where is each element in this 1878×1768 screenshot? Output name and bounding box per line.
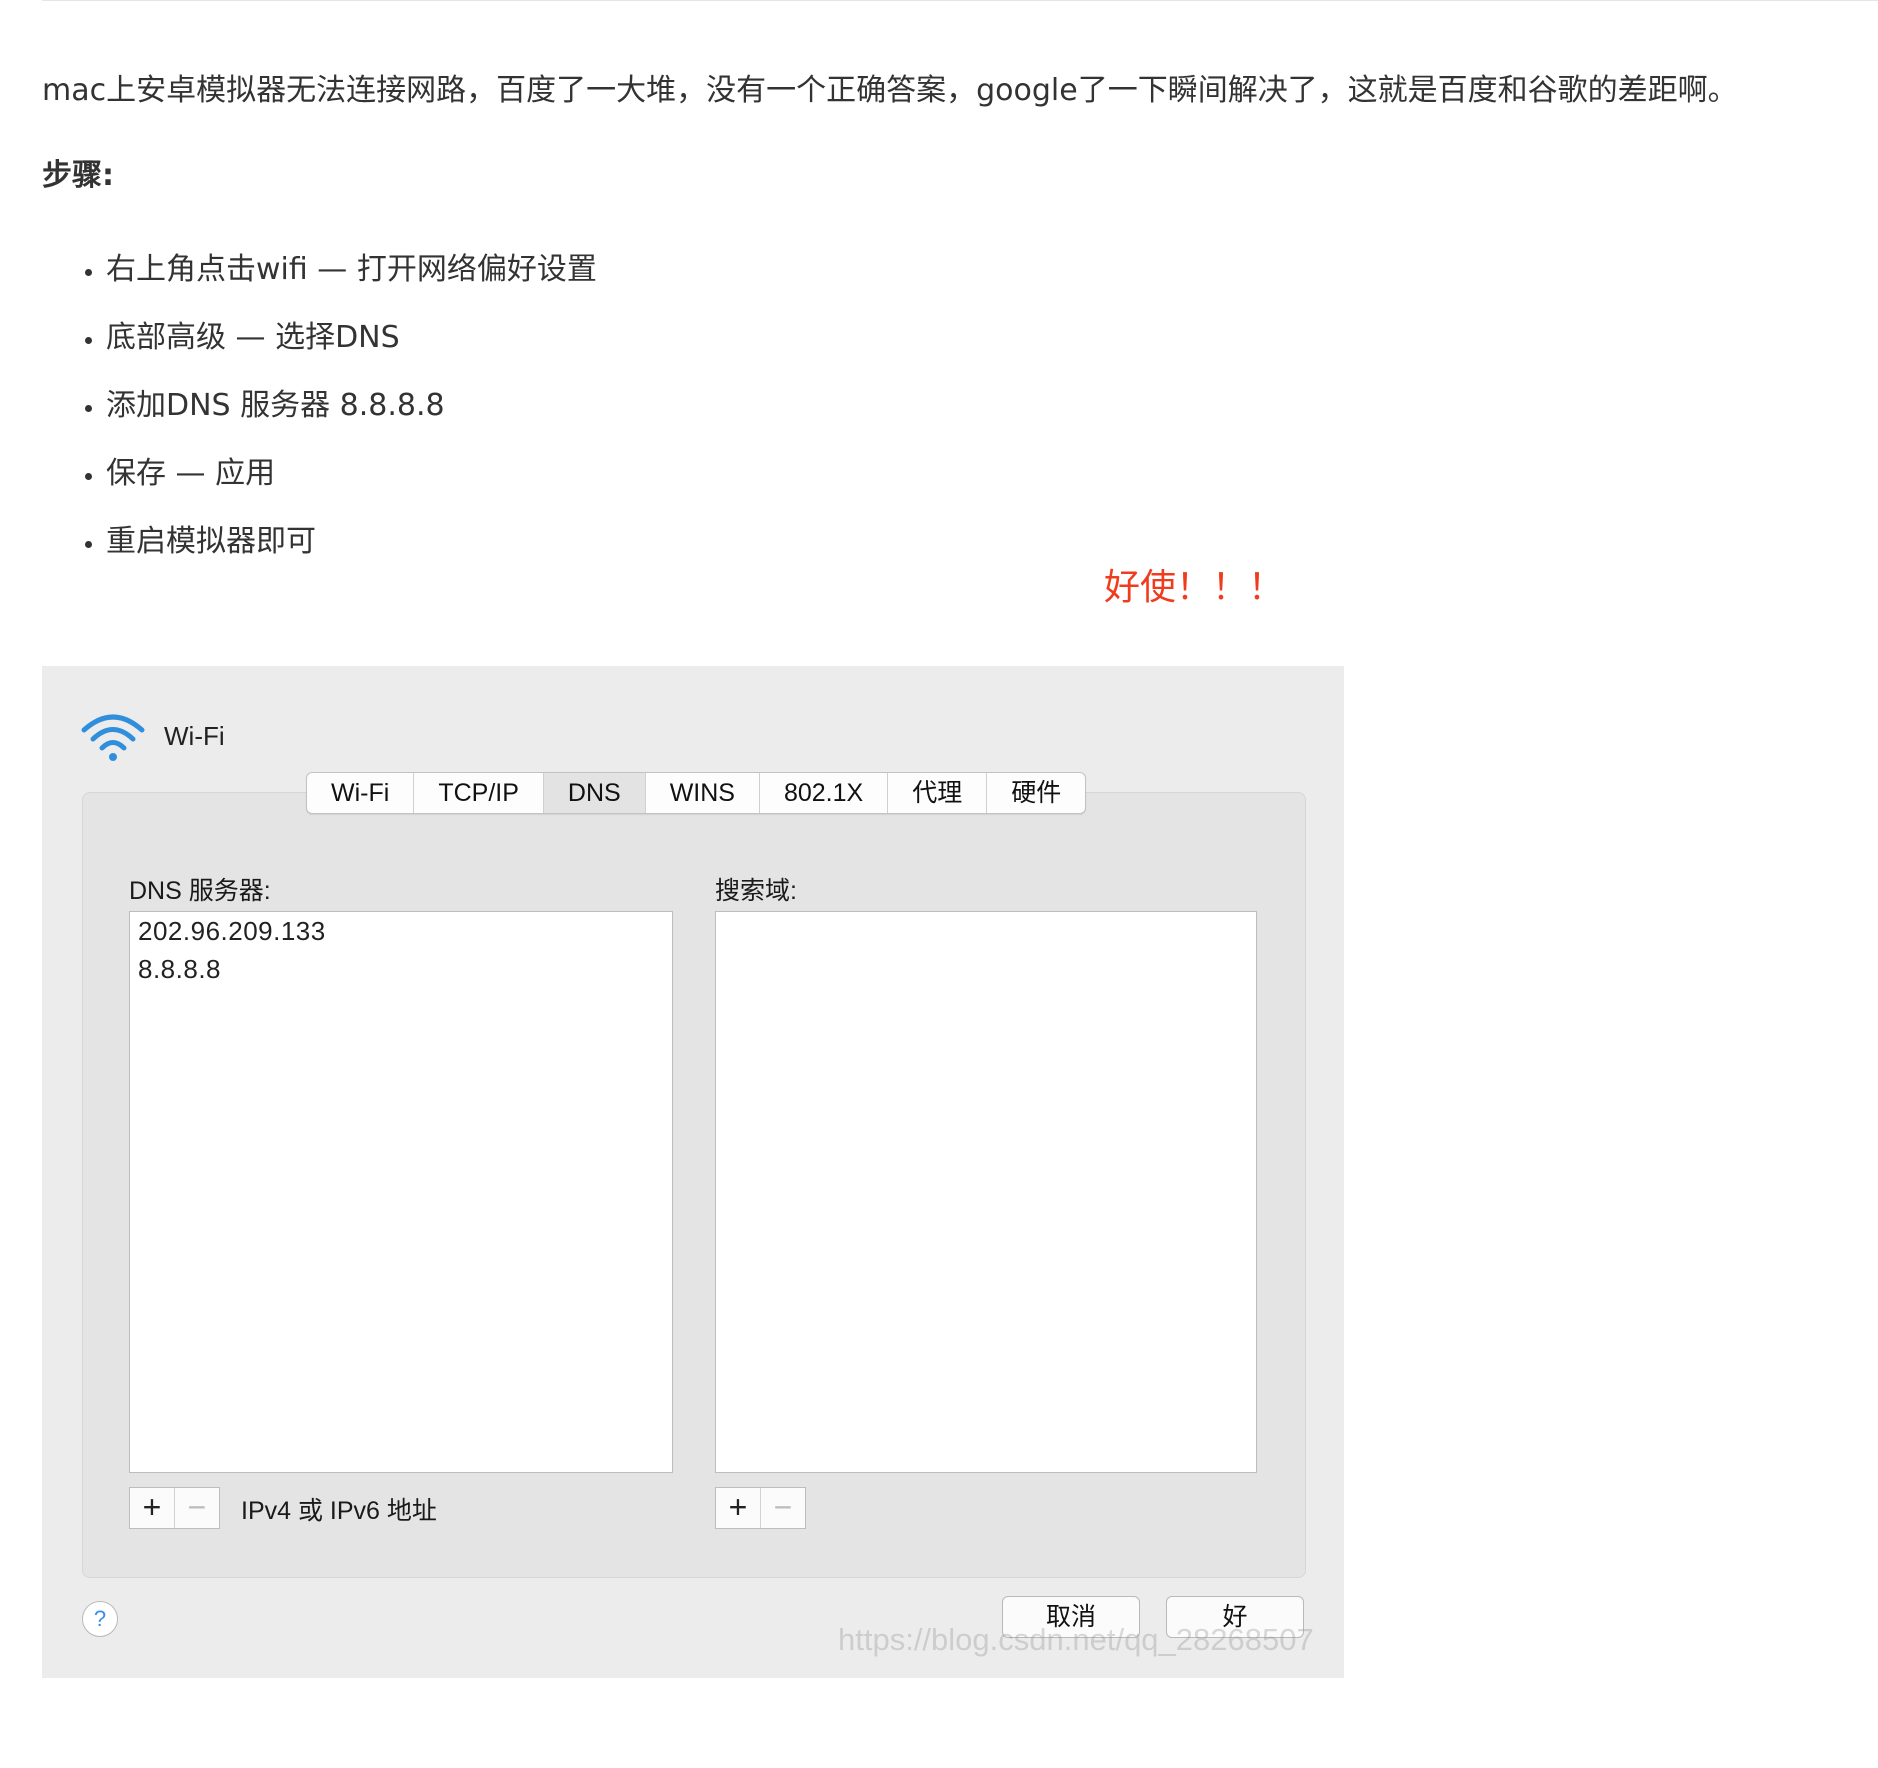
steps-list: 右上角点击wifi — 打开网络偏好设置 底部高级 — 选择DNS 添加DNS … — [60, 244, 597, 584]
dialog-title: Wi-Fi — [164, 720, 225, 751]
list-item[interactable]: 8.8.8.8 — [130, 950, 672, 988]
dns-servers-list[interactable]: 202.96.209.133 8.8.8.8 — [129, 911, 673, 1473]
search-domains-list[interactable] — [715, 911, 1257, 1473]
tab-tcpip[interactable]: TCP/IP — [413, 773, 543, 813]
help-button[interactable]: ? — [82, 1601, 118, 1637]
tab-bar: Wi-Fi TCP/IP DNS WINS 802.1X 代理 硬件 — [306, 772, 1087, 814]
tab-panel: DNS 服务器: 202.96.209.133 8.8.8.8 + − IPv4… — [82, 792, 1306, 1578]
add-search-domain-button[interactable]: + — [716, 1488, 760, 1528]
search-domains-label: 搜索域: — [715, 877, 797, 905]
tab-hardware[interactable]: 硬件 — [986, 773, 1085, 813]
dns-hint: IPv4 或 IPv6 地址 — [241, 1497, 437, 1525]
exclaim-text: 好使！！！ — [1104, 567, 1285, 608]
list-item: 添加DNS 服务器 8.8.8.8 — [106, 380, 597, 448]
tab-8021x[interactable]: 802.1X — [758, 773, 887, 813]
top-divider — [42, 0, 1878, 1]
search-add-remove: + − — [715, 1487, 806, 1529]
network-dns-dialog: Wi-Fi DNS 服务器: 202.96.209.133 8.8.8.8 + … — [42, 666, 1344, 1678]
list-item: 保存 — 应用 — [106, 448, 597, 516]
add-dns-button[interactable]: + — [130, 1488, 174, 1528]
list-item: 底部高级 — 选择DNS — [106, 312, 597, 380]
dns-servers-label: DNS 服务器: — [129, 877, 271, 905]
remove-search-domain-button[interactable]: − — [760, 1488, 805, 1528]
intro-paragraph: mac上安卓模拟器无法连接网路，百度了一大堆，没有一个正确答案，google了一… — [42, 73, 1738, 108]
tab-proxy[interactable]: 代理 — [887, 773, 986, 813]
steps-heading: 步骤: — [42, 158, 114, 193]
wifi-icon — [81, 714, 145, 761]
remove-dns-button[interactable]: − — [174, 1488, 219, 1528]
list-item: 右上角点击wifi — 打开网络偏好设置 — [106, 244, 597, 312]
dns-add-remove: + − — [129, 1487, 220, 1529]
list-item: 重启模拟器即可 — [106, 516, 597, 584]
list-item[interactable]: 202.96.209.133 — [130, 912, 672, 950]
watermark: https://blog.csdn.net/qq_28268507 — [838, 1622, 1314, 1657]
tab-dns[interactable]: DNS — [542, 773, 645, 813]
dialog-header: Wi-Fi — [80, 708, 225, 764]
tab-wins[interactable]: WINS — [644, 773, 759, 813]
tab-wifi[interactable]: Wi-Fi — [307, 773, 413, 813]
